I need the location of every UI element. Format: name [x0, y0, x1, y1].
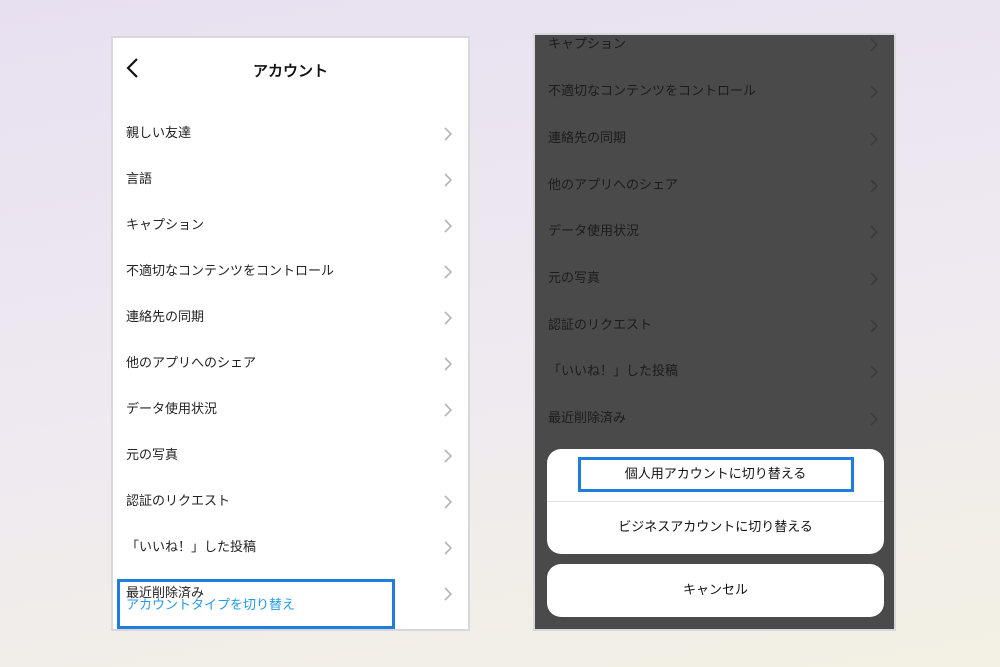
row-label: 連絡先の同期: [548, 131, 627, 146]
row-label: 認証のリクエスト: [126, 494, 231, 509]
settings-row-contact-sync[interactable]: 連絡先の同期: [535, 116, 894, 162]
settings-row-close-friends[interactable]: 親しい友達: [113, 111, 468, 157]
chevron-right-icon: [870, 319, 879, 333]
settings-row-captions[interactable]: キャプション: [535, 35, 894, 68]
row-label: 元の写真: [548, 271, 601, 286]
chevron-right-icon: [444, 311, 453, 325]
row-label: 不適切なコンテンツをコントロール: [548, 84, 757, 99]
row-label: 親しい友達: [126, 126, 192, 141]
settings-row-data-usage[interactable]: データ使用状況: [113, 387, 468, 433]
settings-row-liked-posts[interactable]: 「いいね！」した投稿: [113, 525, 468, 571]
chevron-right-icon: [444, 403, 453, 417]
chevron-right-icon: [444, 219, 453, 233]
row-label: アカウントタイプを切り替え: [126, 598, 296, 613]
settings-row-recently-deleted[interactable]: 最近削除済み: [535, 396, 894, 442]
chevron-right-icon: [870, 225, 879, 239]
row-label: 他のアプリへのシェア: [548, 178, 679, 193]
settings-row-sensitive-content[interactable]: 不適切なコンテンツをコントロール: [535, 69, 894, 115]
switch-to-personal-button[interactable]: 個人用アカウントに切り替える: [547, 449, 884, 501]
settings-row-request-verification[interactable]: 認証のリクエスト: [535, 303, 894, 349]
chevron-right-icon: [444, 173, 453, 187]
row-label: 元の写真: [126, 448, 179, 463]
chevron-right-icon: [870, 38, 879, 52]
cancel-button[interactable]: キャンセル: [547, 564, 884, 617]
row-label: 不適切なコンテンツをコントロール: [126, 264, 335, 279]
row-label: キャプション: [548, 37, 627, 52]
settings-row-original-photos[interactable]: 元の写真: [535, 256, 894, 302]
chevron-right-icon: [444, 541, 453, 555]
chevron-right-icon: [870, 132, 879, 146]
account-settings-screen-dimmed: キャプション 不適切なコンテンツをコントロール 連絡先の同期 他のアプリへのシェ…: [533, 33, 896, 631]
settings-row-data-usage[interactable]: データ使用状況: [535, 209, 894, 255]
settings-row-share-other-apps[interactable]: 他のアプリへのシェア: [535, 163, 894, 209]
chevron-right-icon: [870, 85, 879, 99]
switch-account-type-link[interactable]: アカウントタイプを切り替え: [113, 583, 468, 629]
switch-to-business-button[interactable]: ビジネスアカウントに切り替える: [547, 502, 884, 554]
chevron-right-icon: [444, 495, 453, 509]
page-title: アカウント: [252, 62, 328, 80]
row-label: 最近削除済み: [548, 411, 627, 426]
chevron-right-icon: [444, 265, 453, 279]
row-label: データ使用状況: [548, 224, 640, 239]
chevron-right-icon: [870, 272, 879, 286]
chevron-right-icon: [444, 357, 453, 371]
settings-row-liked-posts[interactable]: 「いいね！」した投稿: [535, 349, 894, 395]
account-type-action-sheet: 個人用アカウントに切り替える ビジネスアカウントに切り替える: [547, 449, 884, 554]
chevron-right-icon: [444, 449, 453, 463]
row-label: キャプション: [126, 218, 205, 233]
row-label: 「いいね！」した投稿: [548, 364, 679, 379]
row-label: 「いいね！」した投稿: [126, 540, 257, 555]
settings-row-request-verification[interactable]: 認証のリクエスト: [113, 479, 468, 525]
settings-row-contact-sync[interactable]: 連絡先の同期: [113, 295, 468, 341]
row-label: 連絡先の同期: [126, 310, 205, 325]
chevron-right-icon: [870, 365, 879, 379]
chevron-right-icon: [870, 179, 879, 193]
settings-row-language[interactable]: 言語: [113, 157, 468, 203]
row-label: 言語: [126, 172, 153, 187]
chevron-right-icon: [444, 127, 453, 141]
row-label: データ使用状況: [126, 402, 218, 417]
row-label: 他のアプリへのシェア: [126, 356, 257, 371]
chevron-right-icon: [870, 412, 879, 426]
settings-row-sensitive-content[interactable]: 不適切なコンテンツをコントロール: [113, 249, 468, 295]
settings-row-original-photos[interactable]: 元の写真: [113, 433, 468, 479]
nav-bar: アカウント: [113, 38, 468, 98]
cancel-sheet: キャンセル: [547, 564, 884, 617]
settings-row-share-other-apps[interactable]: 他のアプリへのシェア: [113, 341, 468, 387]
settings-row-captions[interactable]: キャプション: [113, 203, 468, 249]
settings-list: 親しい友達 言語 キャプション 不適切なコンテンツをコントロール 連絡先の同期 …: [113, 38, 468, 629]
row-label: 認証のリクエスト: [548, 318, 653, 333]
account-settings-screen: 親しい友達 言語 キャプション 不適切なコンテンツをコントロール 連絡先の同期 …: [111, 36, 470, 631]
